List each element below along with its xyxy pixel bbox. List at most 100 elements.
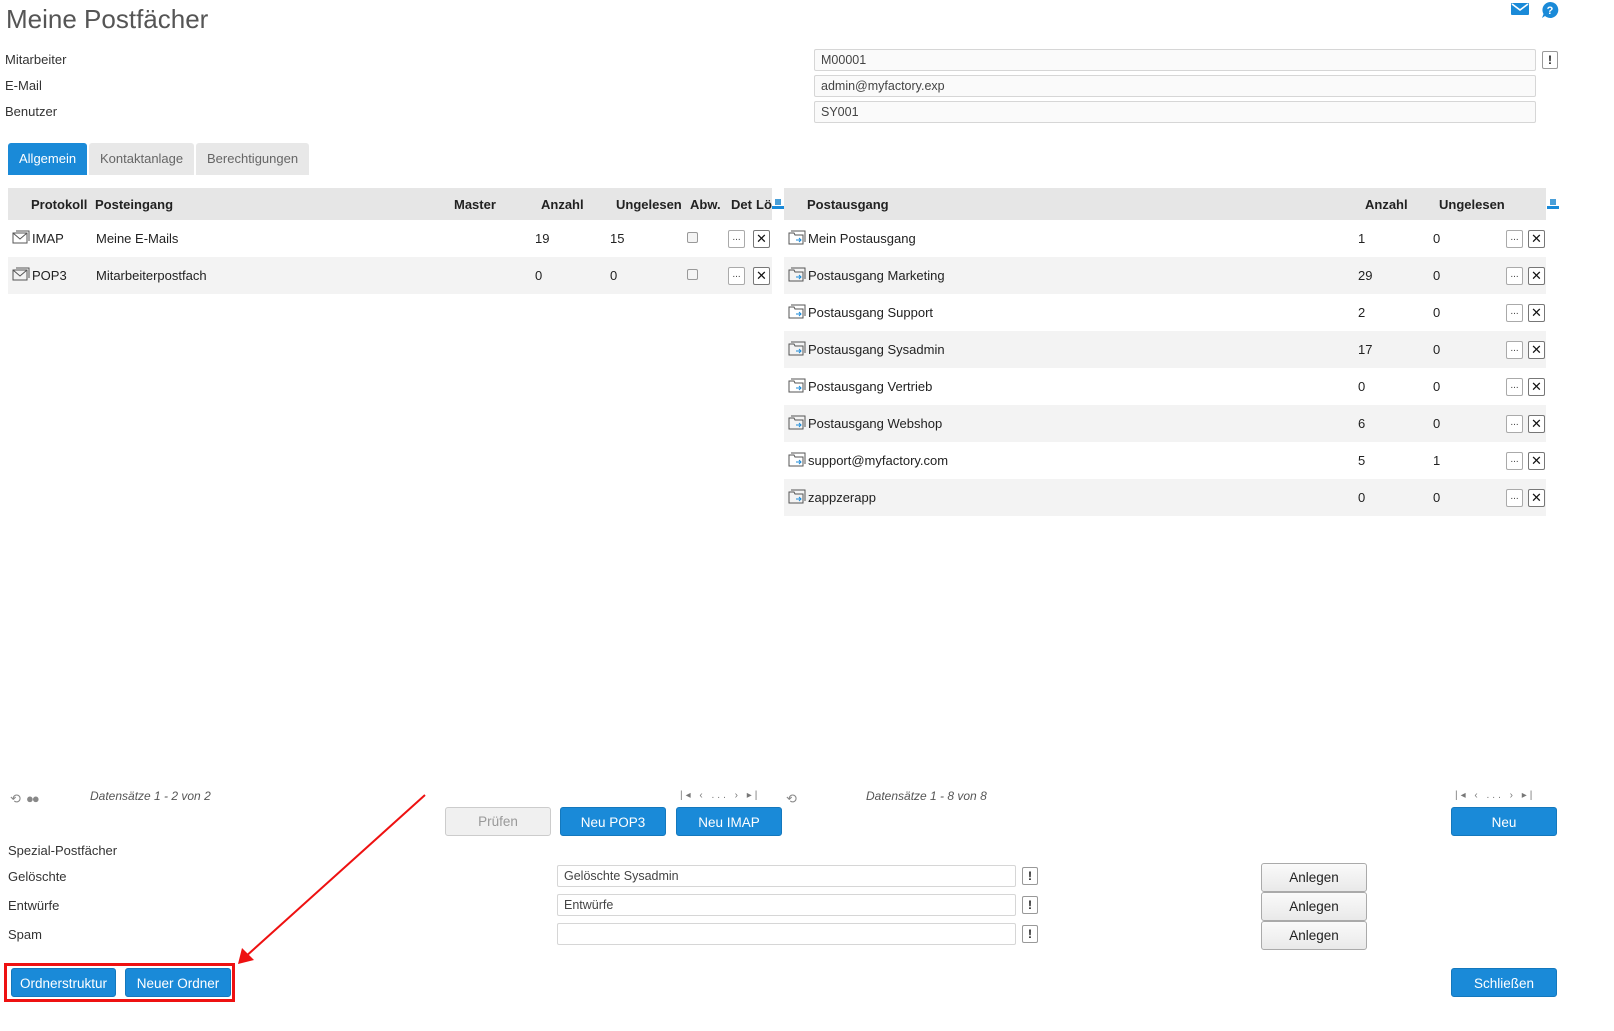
spam-anlegen-button[interactable]: Anlegen (1261, 921, 1367, 950)
ungelesen-cell: 0 (1433, 416, 1441, 431)
page-title: Meine Postfächer (6, 4, 209, 34)
col-anzahl[interactable]: Anzahl (1365, 197, 1408, 212)
table-row[interactable]: Postausgang Support 2 0... ✕ (784, 294, 1546, 331)
ungelesen-cell: 0 (610, 268, 618, 283)
details-button[interactable]: ... (1506, 415, 1523, 433)
neu-button[interactable]: Neu (1451, 807, 1557, 836)
delete-button[interactable]: ✕ (1528, 452, 1545, 470)
geloeschte-info-button[interactable]: ! (1022, 867, 1038, 885)
postausgang-cell: zappzerapp (808, 490, 876, 505)
prev-page-icon[interactable]: ‹ (699, 790, 705, 801)
first-page-icon[interactable]: |◂ (680, 790, 694, 801)
posteingang-cell: Mitarbeiterpostfach (96, 268, 207, 283)
entwuerfe-info-button[interactable]: ! (1022, 896, 1038, 914)
col-posteingang[interactable]: Posteingang (95, 197, 173, 212)
geloeschte-anlegen-button[interactable]: Anlegen (1261, 863, 1367, 892)
table-row[interactable]: Postausgang Sysadmin 17 0... ✕ (784, 331, 1546, 368)
details-button[interactable]: ... (1506, 230, 1523, 248)
group-icon[interactable]: ●● (26, 791, 40, 806)
schliessen-button[interactable]: Schließen (1451, 968, 1557, 997)
table-row[interactable]: support@myfactory.com 5 1... ✕ (784, 442, 1546, 479)
benutzer-field[interactable]: SY001 (814, 101, 1536, 123)
neu-pop3-button[interactable]: Neu POP3 (560, 807, 666, 836)
col-ungelesen[interactable]: Ungelesen (616, 197, 682, 212)
details-button[interactable]: ... (1506, 378, 1523, 396)
table-row[interactable]: IMAP Meine E-Mails 19 15 ... ✕ (8, 220, 772, 257)
anzahl-cell: 2 (1358, 305, 1366, 320)
delete-button[interactable]: ✕ (1528, 378, 1545, 396)
delete-button[interactable]: ✕ (1528, 304, 1545, 322)
column-chooser-icon[interactable] (1547, 197, 1559, 212)
anzahl-cell: 6 (1358, 416, 1366, 431)
spam-info-button[interactable]: ! (1022, 925, 1038, 943)
col-postausgang[interactable]: Postausgang (807, 197, 889, 212)
tab-kontaktanlage[interactable]: Kontaktanlage (89, 143, 195, 175)
benutzer-label: Benutzer (5, 104, 58, 119)
table-row[interactable]: POP3 Mitarbeiterpostfach 0 0 ... ✕ (8, 257, 772, 294)
details-button[interactable]: ... (1506, 341, 1523, 359)
mitarbeiter-info-button[interactable]: ! (1542, 51, 1558, 69)
inbox-pager-nav[interactable]: |◂ ‹ ... › ▸| (680, 790, 760, 801)
tab-allgemein[interactable]: Allgemein (8, 143, 88, 175)
col-lo[interactable]: Lö (756, 197, 772, 212)
details-button[interactable]: ... (1506, 489, 1523, 507)
ungelesen-cell: 0 (1433, 490, 1441, 505)
delete-button[interactable]: ✕ (1528, 415, 1545, 433)
mail-icon[interactable] (1511, 2, 1529, 18)
annotation-highlight-box (4, 963, 235, 1002)
page-ellipsis[interactable]: ... (1487, 790, 1504, 801)
col-abw[interactable]: Abw. (690, 197, 721, 212)
mailbox-icon (12, 230, 30, 246)
page-ellipsis[interactable]: ... (712, 790, 729, 801)
delete-button[interactable]: ✕ (1528, 267, 1545, 285)
postausgang-cell: Postausgang Vertrieb (808, 379, 933, 394)
mitarbeiter-label: Mitarbeiter (5, 52, 67, 67)
next-page-icon[interactable]: › (1510, 790, 1516, 801)
col-protokoll[interactable]: Protokoll (31, 197, 87, 212)
delete-button[interactable]: ✕ (1528, 230, 1545, 248)
last-page-icon[interactable]: ▸| (1522, 790, 1536, 801)
details-button[interactable]: ... (1506, 452, 1523, 470)
abw-checkbox[interactable] (687, 232, 698, 243)
table-row[interactable]: Postausgang Webshop 6 0... ✕ (784, 405, 1546, 442)
details-button[interactable]: ... (1506, 304, 1523, 322)
first-page-icon[interactable]: |◂ (1455, 790, 1469, 801)
next-page-icon[interactable]: › (735, 790, 741, 801)
col-master[interactable]: Master (454, 197, 496, 212)
help-icon[interactable]: ? (1541, 1, 1559, 19)
pruefen-button[interactable]: Prüfen (445, 807, 551, 836)
last-page-icon[interactable]: ▸| (747, 790, 761, 801)
delete-button[interactable]: ✕ (1528, 341, 1545, 359)
delete-button[interactable]: ✕ (753, 230, 770, 248)
mitarbeiter-field[interactable]: M00001 (814, 49, 1536, 71)
col-det[interactable]: Det (731, 197, 752, 212)
entwuerfe-anlegen-button[interactable]: Anlegen (1261, 892, 1367, 921)
table-row[interactable]: Postausgang Marketing 29 0... ✕ (784, 257, 1546, 294)
outbox-folder-icon (788, 378, 806, 394)
email-label: E-Mail (5, 78, 42, 93)
details-button[interactable]: ... (728, 267, 745, 285)
anzahl-cell: 19 (535, 231, 550, 246)
refresh-icon[interactable]: ⟲ (10, 791, 21, 807)
col-anzahl[interactable]: Anzahl (541, 197, 584, 212)
geloeschte-field[interactable]: Gelöschte Sysadmin (557, 865, 1016, 887)
abw-checkbox[interactable] (687, 269, 698, 280)
table-row[interactable]: Mein Postausgang 1 0... ✕ (784, 220, 1546, 257)
prev-page-icon[interactable]: ‹ (1474, 790, 1480, 801)
table-row[interactable]: zappzerapp 0 0... ✕ (784, 479, 1546, 516)
outbox-pager-nav[interactable]: |◂ ‹ ... › ▸| (1455, 790, 1535, 801)
tab-berechtigungen[interactable]: Berechtigungen (196, 143, 310, 175)
neu-imap-button[interactable]: Neu IMAP (676, 807, 782, 836)
geloeschte-label: Gelöschte (8, 869, 67, 884)
details-button[interactable]: ... (1506, 267, 1523, 285)
refresh-icon[interactable]: ⟲ (786, 791, 797, 807)
email-field[interactable]: admin@myfactory.exp (814, 75, 1536, 97)
col-ungelesen[interactable]: Ungelesen (1439, 197, 1505, 212)
spam-field[interactable] (557, 923, 1016, 945)
table-row[interactable]: Postausgang Vertrieb 0 0... ✕ (784, 368, 1546, 405)
column-chooser-icon[interactable] (772, 197, 784, 212)
delete-button[interactable]: ✕ (1528, 489, 1545, 507)
details-button[interactable]: ... (728, 230, 745, 248)
entwuerfe-field[interactable]: Entwürfe (557, 894, 1016, 916)
delete-button[interactable]: ✕ (753, 267, 770, 285)
